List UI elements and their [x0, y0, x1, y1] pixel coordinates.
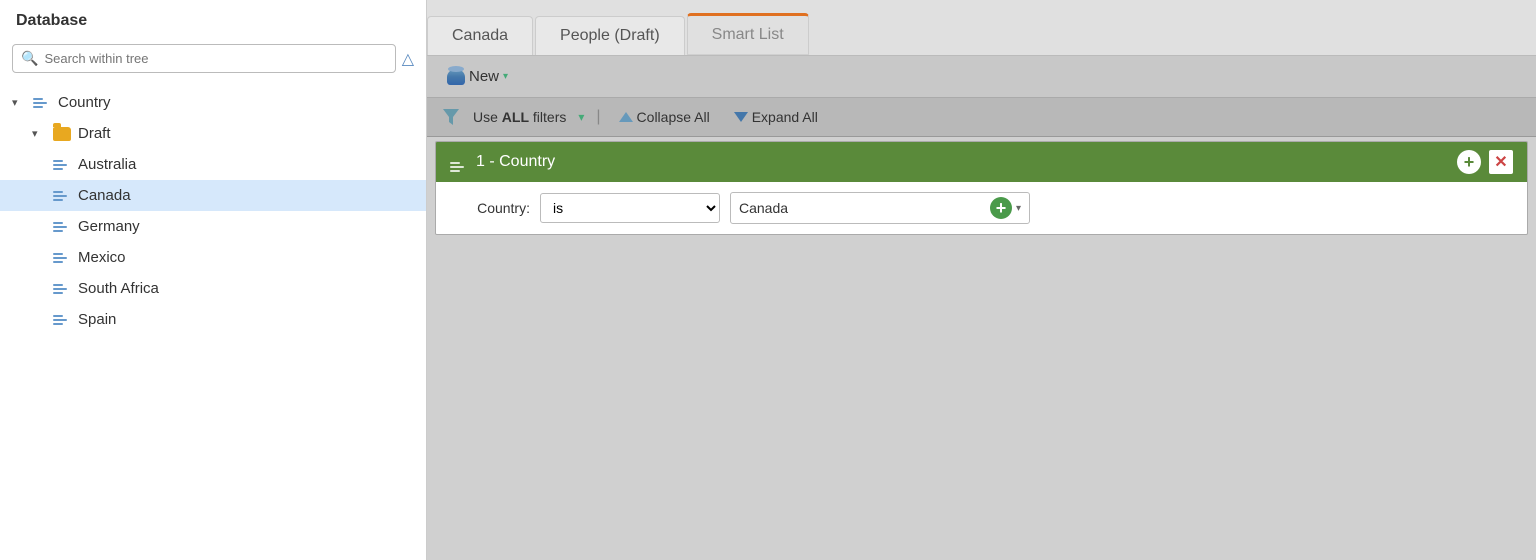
filter-group-smartlist-icon	[450, 151, 468, 174]
folder-draft-icon	[52, 126, 72, 142]
smartlist-germany-icon	[52, 219, 72, 235]
filter-bar: Use ALL filters ▾ | Collapse All Expand …	[427, 98, 1536, 137]
filter-row-label: Country:	[450, 200, 530, 216]
filter-value-add-button[interactable]: +	[990, 197, 1012, 219]
filter-bar-icon	[441, 107, 461, 127]
database-icon	[447, 69, 465, 85]
tree-area: ▾ Country ▾ Draft Australia Ca	[0, 79, 426, 560]
smartlist-country-icon	[32, 95, 52, 111]
sidebar-item-south-africa[interactable]: South Africa	[0, 273, 426, 304]
sidebar-item-label-country: Country	[58, 94, 111, 111]
expand-all-label: Expand All	[752, 109, 818, 125]
filter-dropdown-arrow[interactable]: ▾	[578, 110, 584, 124]
filter-operator-select[interactable]: is is not contains	[540, 193, 720, 223]
sidebar-title: Database	[0, 0, 426, 38]
filter-value-dropdown-arrow[interactable]: ▾	[1016, 203, 1021, 214]
tab-people-draft[interactable]: People (Draft)	[535, 16, 685, 55]
filter-row-0: Country: is is not contains Canada + ▾	[436, 182, 1527, 234]
sidebar-item-germany[interactable]: Germany	[0, 211, 426, 242]
smartlist-mexico-icon	[52, 250, 72, 266]
sidebar-item-draft[interactable]: ▾ Draft	[0, 118, 426, 149]
filter-use-text: Use ALL filters	[473, 109, 566, 125]
collapse-triangle-icon	[619, 112, 633, 122]
filter-divider: |	[596, 108, 600, 126]
tab-canada[interactable]: Canada	[427, 16, 533, 55]
new-dropdown-arrow: ▾	[503, 71, 508, 82]
search-icon: 🔍	[21, 50, 38, 67]
filter-group-title: 1 - Country	[476, 153, 555, 171]
collapse-all-button[interactable]: Collapse All	[613, 106, 716, 128]
filter-group-header: 1 - Country + ✕	[436, 142, 1527, 182]
sidebar-item-label-spain: Spain	[78, 311, 116, 328]
filter-value-box: Canada + ▾	[730, 192, 1030, 224]
main-content: Canada People (Draft) Smart List New ▾ U…	[427, 0, 1536, 560]
new-label: New	[469, 68, 499, 85]
sidebar-item-australia[interactable]: Australia	[0, 149, 426, 180]
smartlist-south-africa-icon	[52, 281, 72, 297]
sidebar-item-label-draft: Draft	[78, 125, 111, 142]
filter-content: 1 - Country + ✕ Country: is is not conta…	[427, 137, 1536, 560]
tab-smart-list[interactable]: Smart List	[687, 13, 809, 55]
smartlist-canada-icon	[52, 188, 72, 204]
tabs-bar: Canada People (Draft) Smart List	[427, 0, 1536, 56]
filter-value-text: Canada	[739, 200, 788, 216]
sidebar-item-label-canada: Canada	[78, 187, 131, 204]
filter-group-add-button[interactable]: +	[1457, 150, 1481, 174]
expand-triangle-icon	[734, 112, 748, 122]
sidebar-item-country[interactable]: ▾ Country	[0, 87, 426, 118]
sidebar-item-label-germany: Germany	[78, 218, 140, 235]
filter-group-header-left: 1 - Country	[450, 151, 555, 174]
sidebar-item-mexico[interactable]: Mexico	[0, 242, 426, 273]
search-box: 🔍	[12, 44, 396, 73]
smartlist-spain-icon	[52, 312, 72, 328]
sidebar: Database 🔍 △ ▾ Country ▾ Draft	[0, 0, 427, 560]
filter-value-right: + ▾	[990, 197, 1021, 219]
filter-group-country: 1 - Country + ✕ Country: is is not conta…	[435, 141, 1528, 235]
collapse-all-label: Collapse All	[637, 109, 710, 125]
expand-all-button[interactable]: Expand All	[728, 106, 824, 128]
search-input[interactable]	[44, 51, 386, 66]
filter-header-icons: + ✕	[1457, 150, 1513, 174]
sidebar-item-canada[interactable]: Canada	[0, 180, 426, 211]
chevron-draft: ▾	[32, 127, 46, 140]
chevron-country: ▾	[12, 96, 26, 109]
sidebar-search-row: 🔍 △	[0, 38, 426, 79]
filter-funnel-icon[interactable]: △	[402, 49, 414, 69]
new-button[interactable]: New ▾	[441, 64, 514, 89]
sidebar-item-label-south-africa: South Africa	[78, 280, 159, 297]
sidebar-item-spain[interactable]: Spain	[0, 304, 426, 335]
toolbar: New ▾	[427, 56, 1536, 98]
sidebar-item-label-mexico: Mexico	[78, 249, 126, 266]
smartlist-australia-icon	[52, 157, 72, 173]
sidebar-item-label-australia: Australia	[78, 156, 136, 173]
filter-group-close-button[interactable]: ✕	[1489, 150, 1513, 174]
